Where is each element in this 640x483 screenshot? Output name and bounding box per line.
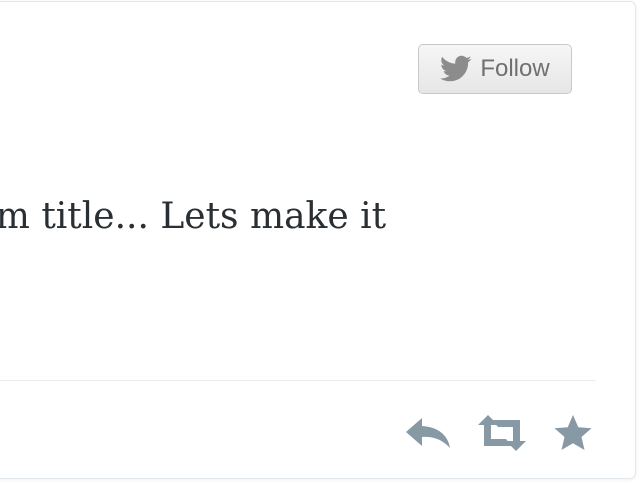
retweet-button[interactable] [476, 412, 528, 454]
favorite-button[interactable] [550, 412, 596, 454]
follow-label: Follow [480, 55, 550, 82]
reply-button[interactable] [404, 412, 452, 454]
divider [0, 380, 596, 381]
tweet-text-content: Album title... Lets make it [0, 196, 387, 237]
follow-button[interactable]: Follow [418, 44, 572, 94]
retweet-icon [478, 415, 526, 451]
star-icon [554, 415, 592, 450]
twitter-bird-icon [440, 55, 472, 83]
tweet-text: Album title... Lets make it [0, 192, 640, 242]
reply-icon [406, 418, 450, 448]
